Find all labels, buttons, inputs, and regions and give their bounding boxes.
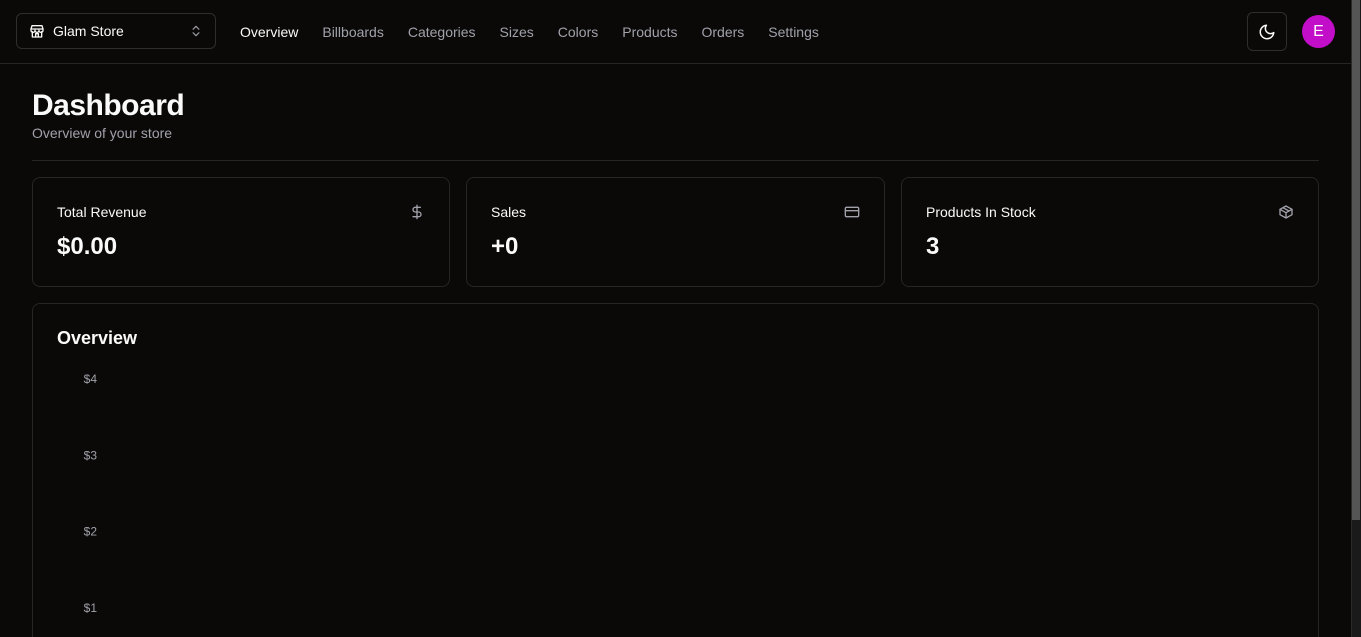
y-tick-label: $3 bbox=[84, 448, 98, 462]
store-name: Glam Store bbox=[53, 23, 124, 39]
y-tick-label: $2 bbox=[84, 525, 98, 539]
separator bbox=[32, 160, 1319, 161]
card-title: Total Revenue bbox=[57, 204, 147, 220]
card-title: Sales bbox=[491, 204, 527, 220]
nav-item-sizes[interactable]: Sizes bbox=[500, 24, 534, 40]
package-icon bbox=[1278, 204, 1294, 220]
total-revenue-card: Total Revenue $0.00 bbox=[32, 177, 450, 287]
nav-item-products[interactable]: Products bbox=[622, 24, 677, 40]
nav-item-overview[interactable]: Overview bbox=[240, 24, 298, 40]
store-icon bbox=[29, 23, 45, 39]
store-switcher[interactable]: Glam Store bbox=[16, 13, 216, 49]
main-nav: Overview Billboards Categories Sizes Col… bbox=[240, 0, 819, 64]
page-title: Dashboard bbox=[32, 89, 185, 122]
overview-chart-card: Overview $4 $3 $2 $1 bbox=[32, 303, 1319, 637]
scrollbar[interactable] bbox=[1351, 0, 1361, 637]
card-value: $0.00 bbox=[57, 233, 118, 260]
top-navbar: Glam Store Overview Billboards Categorie… bbox=[0, 0, 1351, 64]
page-heading: Dashboard Overview of your store bbox=[32, 89, 185, 141]
nav-item-billboards[interactable]: Billboards bbox=[322, 24, 383, 40]
nav-item-categories[interactable]: Categories bbox=[408, 24, 476, 40]
dollar-icon bbox=[409, 204, 425, 220]
chevrons-up-down-icon bbox=[189, 24, 203, 38]
y-tick-label: $1 bbox=[84, 601, 98, 615]
card-value: +0 bbox=[491, 233, 519, 260]
credit-card-icon bbox=[844, 204, 860, 220]
nav-item-orders[interactable]: Orders bbox=[702, 24, 745, 40]
theme-toggle-button[interactable] bbox=[1247, 12, 1287, 51]
card-title: Products In Stock bbox=[926, 204, 1036, 220]
page-subtitle: Overview of your store bbox=[32, 125, 173, 141]
user-avatar[interactable]: E bbox=[1302, 15, 1335, 48]
card-value: 3 bbox=[926, 233, 940, 260]
nav-item-settings[interactable]: Settings bbox=[768, 24, 819, 40]
moon-icon bbox=[1258, 23, 1276, 41]
y-tick-label: $4 bbox=[84, 372, 98, 386]
scrollbar-thumb[interactable] bbox=[1352, 0, 1360, 520]
products-in-stock-card: Products In Stock 3 bbox=[901, 177, 1319, 287]
overview-chart: $4 $3 $2 $1 bbox=[84, 372, 98, 615]
dashboard-page: Glam Store Overview Billboards Categorie… bbox=[0, 0, 1361, 637]
nav-item-colors[interactable]: Colors bbox=[558, 24, 598, 40]
sales-card: Sales +0 bbox=[466, 177, 885, 287]
